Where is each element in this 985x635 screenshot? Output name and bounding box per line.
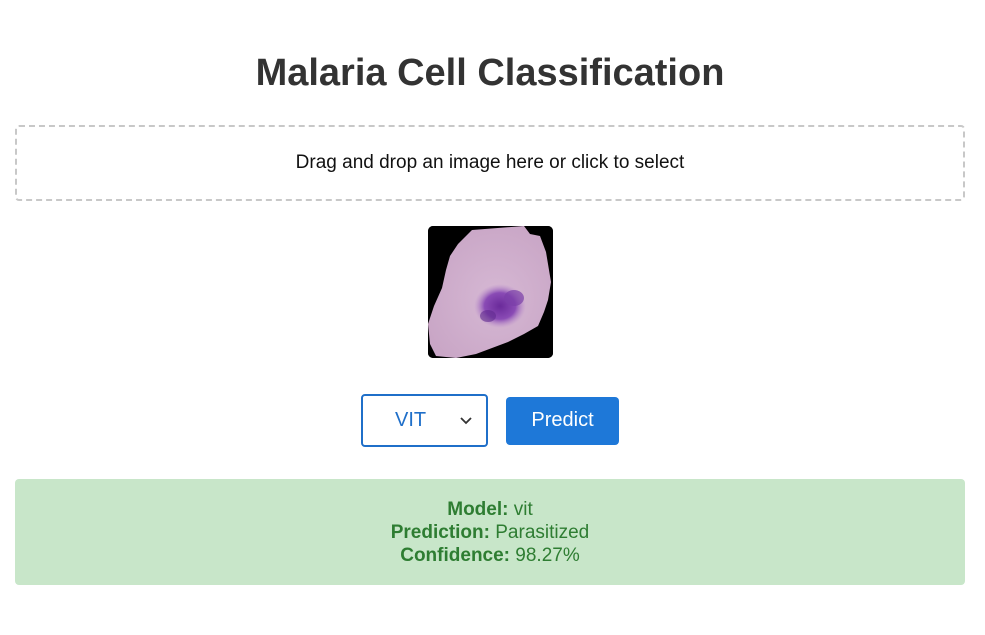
model-select[interactable]: VIT [361, 394, 488, 447]
app-page: Malaria Cell Classification Drag and dro… [0, 0, 985, 635]
model-label: Model: [447, 498, 509, 520]
prediction-value: Parasitized [495, 521, 590, 543]
controls-row: VIT Predict [361, 394, 619, 447]
result-model-row: Model: vit [447, 498, 533, 521]
confidence-label: Confidence: [400, 544, 511, 566]
chevron-down-icon [460, 416, 472, 424]
model-value: vit [513, 498, 533, 520]
image-dropzone[interactable]: Drag and drop an image here or click to … [15, 125, 965, 201]
cell-image-preview [428, 226, 553, 358]
page-title: Malaria Cell Classification [255, 52, 725, 94]
result-prediction-row: Prediction: Parasitized [391, 521, 590, 544]
result-confidence-row: Confidence: 98.27% [400, 544, 580, 567]
model-select-value: VIT [395, 409, 427, 431]
predict-button[interactable]: Predict [506, 396, 619, 445]
dropzone-prompt: Drag and drop an image here or click to … [295, 152, 685, 173]
cell-image [428, 226, 553, 358]
confidence-value: 98.27% [515, 544, 580, 566]
result-panel: Model: vit Prediction: Parasitized Confi… [15, 479, 965, 585]
prediction-label: Prediction: [390, 521, 490, 543]
